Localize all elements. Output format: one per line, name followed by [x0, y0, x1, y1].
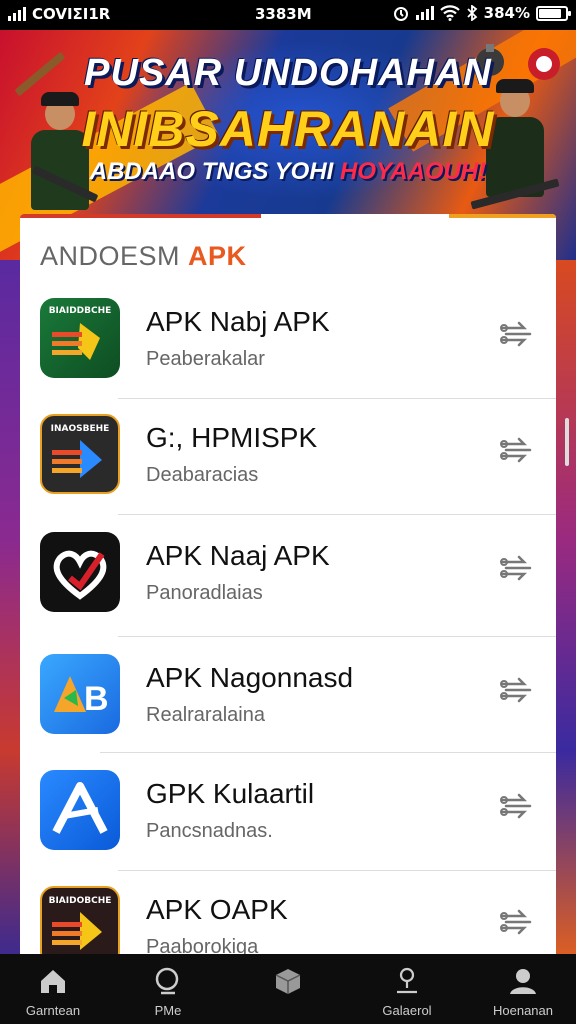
- background-right-decoration: [556, 260, 576, 960]
- box-icon: [275, 969, 301, 994]
- svg-text:B: B: [84, 680, 109, 718]
- app-subtitle: Paaborokiga: [146, 936, 259, 954]
- nav-item-location[interactable]: Galaerol: [357, 954, 457, 1024]
- clock: 3383M: [255, 5, 312, 23]
- section-title-accent: APK: [188, 241, 247, 271]
- divider: [118, 636, 556, 637]
- arrow-dark-app-icon: BIAIDOBCHE: [40, 886, 120, 954]
- cellular-signal-icon: [8, 7, 26, 21]
- banner-subtitle-accent: HOYAAOUH!: [340, 158, 487, 185]
- ab-blue-app-icon: B: [40, 654, 120, 734]
- a-blue-app-icon: [40, 770, 120, 850]
- location-person-icon: [397, 967, 417, 994]
- list-item[interactable]: INAOSBEHE G:, HPMISPK Deabaracias: [20, 414, 556, 530]
- banner-title-line1: PUSAR UNDOHAHAN: [84, 52, 492, 94]
- share-arrows-icon[interactable]: [498, 906, 534, 940]
- banner-subtitle-main: ABDAAO TNGS YOHI: [89, 158, 341, 185]
- battery-icon: [536, 5, 571, 21]
- signal-icon: [415, 6, 434, 20]
- divider: [118, 398, 556, 399]
- nav-label: Garntean: [25, 1003, 81, 1018]
- wifi-icon: [439, 5, 460, 21]
- status-right: 384%: [392, 4, 571, 22]
- arrow-dark-app-icon: INAOSBEHE: [40, 414, 120, 494]
- banner-title-line2: INIBSAHRANAIN: [81, 101, 495, 157]
- app-subtitle: Realraralaina: [146, 704, 265, 726]
- share-arrows-icon[interactable]: [498, 674, 534, 708]
- search-icon: [155, 967, 179, 995]
- nav-item-search[interactable]: PMe: [118, 954, 218, 1024]
- alarm-icon: [393, 7, 408, 21]
- nav-label: Hoenanan: [493, 1003, 553, 1018]
- app-list-card: ANDOESM APK BIAIDDBCHE APK Nabj APK Peab…: [20, 214, 556, 954]
- nav-item-box[interactable]: [238, 954, 338, 1024]
- app-title: G:, HPMISPK: [146, 422, 318, 453]
- app-title: GPK Kulaartil: [146, 778, 315, 809]
- section-title: ANDOESM APK: [40, 241, 247, 272]
- app-subtitle: Pancsnadnas.: [146, 820, 273, 842]
- heart-check-app-icon: [40, 532, 120, 612]
- carrier-label: COVIΣI1R: [32, 5, 111, 23]
- list-item[interactable]: BIAIDOBCHE APK OAPK Paaborokiga: [20, 886, 556, 954]
- app-title: APK OAPK: [146, 894, 288, 925]
- share-arrows-icon[interactable]: [498, 318, 534, 352]
- bluetooth-icon: [467, 5, 478, 21]
- list-item[interactable]: BIAIDDBCHE APK Nabj APK Peaberakalar: [20, 298, 556, 414]
- share-arrows-icon[interactable]: [498, 790, 534, 824]
- status-bar: COVIΣI1R 3383M 384%: [0, 0, 576, 30]
- divider: [100, 752, 556, 753]
- status-left: COVIΣI1R: [8, 5, 110, 23]
- banner-subtitle: ABDAAO TNGS YOHI HOYAAOUH!: [0, 158, 576, 186]
- divider: [118, 514, 556, 515]
- divider: [118, 870, 556, 871]
- app-subtitle: Deabaracias: [146, 464, 259, 486]
- section-title-main: ANDOESM: [40, 241, 189, 271]
- home-icon: [41, 970, 65, 993]
- app-title: APK Nagonnasd: [146, 662, 354, 693]
- app-title: APK Nabj APK: [146, 306, 330, 337]
- profile-icon: [510, 969, 536, 994]
- app-subtitle: Peaberakalar: [146, 348, 265, 370]
- app-title: APK Naaj APK: [146, 540, 330, 571]
- bottom-navigation: Garntean PMe Galaerol Hoenanan: [0, 954, 576, 1024]
- nav-label: PMe: [154, 1003, 182, 1018]
- background-left-decoration: [0, 260, 20, 960]
- app-subtitle: Panoradlaias: [146, 582, 263, 604]
- nav-item-profile[interactable]: Hoenanan: [473, 954, 573, 1024]
- list-item[interactable]: GPK Kulaartil Pancsnadnas.: [20, 770, 556, 886]
- share-arrows-icon[interactable]: [498, 434, 534, 468]
- share-arrows-icon[interactable]: [498, 552, 534, 586]
- battery-percent: 384%: [483, 4, 530, 22]
- nav-item-home[interactable]: Garntean: [3, 954, 103, 1024]
- scrollbar[interactable]: [565, 418, 569, 466]
- nav-label: Galaerol: [382, 1003, 432, 1018]
- green-arrow-app-icon: BIAIDDBCHE: [40, 298, 120, 378]
- list-item[interactable]: APK Naaj APK Panoradlaias: [20, 532, 556, 648]
